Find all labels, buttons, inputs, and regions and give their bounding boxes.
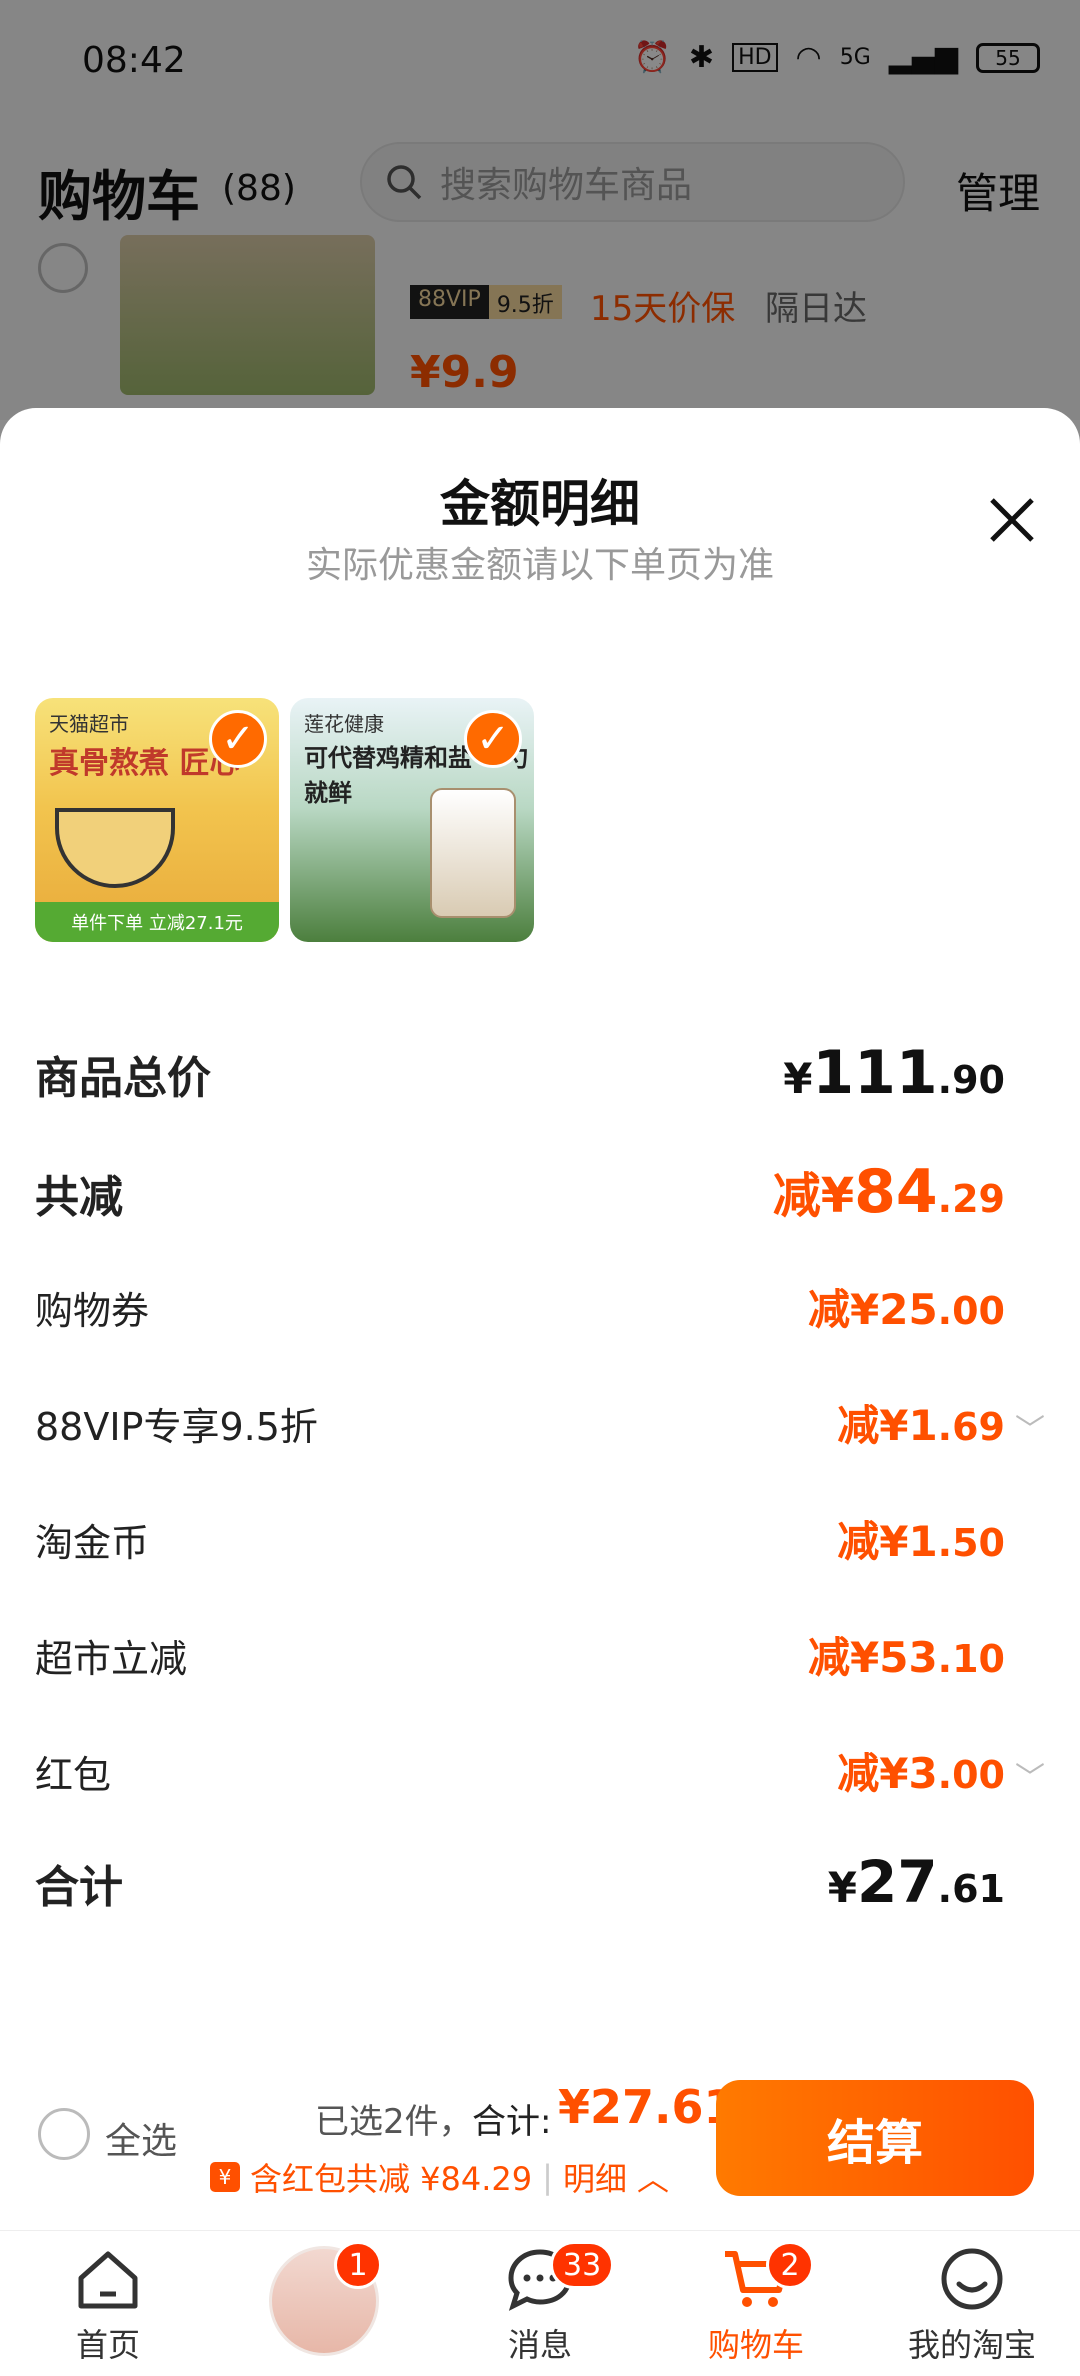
profile-icon <box>941 2248 1003 2310</box>
row-total-price: 商品总价 ¥111.90 <box>35 1038 1045 1108</box>
tab-label: 我的淘宝 <box>907 2326 1036 2364</box>
row-red-packet[interactable]: 红包 减¥3.00 ﹀ <box>35 1740 1045 1801</box>
noodle-bowl-image <box>55 808 175 888</box>
row-label: 淘金币 <box>35 1521 150 1565</box>
cart-badge: 2 <box>766 2241 814 2289</box>
row-label: 88VIP专享9.5折 <box>35 1405 318 1449</box>
row-coupon: 购物券 减¥25.00 <box>35 1276 1045 1337</box>
select-all-label[interactable]: 全选 <box>105 2112 177 2164</box>
row-vip-discount[interactable]: 88VIP专享9.5折 减¥1.69 ﹀ <box>35 1392 1045 1453</box>
detail-link[interactable]: 明细 <box>563 2154 627 2200</box>
row-label: 合计 <box>35 1862 123 1913</box>
selected-count: 已选2件， <box>315 2102 473 2142</box>
row-label: 红包 <box>35 1753 112 1797</box>
messages-badge: 33 <box>550 2241 615 2289</box>
discount-summary-text: 含红包共减 ¥84.29 <box>250 2160 533 2198</box>
row-label: 共减 <box>35 1172 123 1223</box>
total-amount: ¥27.61 <box>558 2080 736 2134</box>
tab-messages[interactable]: 消息 33 <box>432 2231 648 2376</box>
seasoning-bottle-image <box>430 788 516 918</box>
tab-center[interactable]: 1 <box>216 2231 432 2376</box>
row-value: ¥27.61 <box>827 1848 1005 1916</box>
product-store: 莲花健康 <box>304 712 384 736</box>
row-value: 减¥25.00 <box>807 1285 1005 1334</box>
checkmark-icon: ✓ <box>209 710 267 768</box>
chevron-down-icon[interactable]: ﹀ <box>1005 1753 1045 1797</box>
select-all-checkbox[interactable] <box>38 2108 90 2160</box>
discount-summary[interactable]: ¥ 含红包共减 ¥84.29 | 明细 ︿ <box>210 2154 669 2200</box>
row-value: 减¥3.00 <box>837 1749 1005 1798</box>
row-value: 减¥1.50 <box>837 1517 1005 1566</box>
red-packet-icon: ¥ <box>210 2162 240 2192</box>
product-thumbnail[interactable]: 莲花健康 可代替鸡精和盐 一勺就鲜 ✓ <box>290 698 534 942</box>
checkout-button[interactable]: 结算 <box>716 2080 1034 2196</box>
row-label: 超市立减 <box>35 1637 188 1681</box>
row-grand-total: 合计 ¥27.61 <box>35 1848 1045 1916</box>
product-band: 单件下单 立减27.1元 <box>35 902 279 942</box>
row-value: 减¥84.29 <box>772 1157 1005 1227</box>
sheet-subtitle: 实际优惠金额请以下单页为准 <box>305 545 774 586</box>
product-store: 天猫超市 <box>49 712 129 736</box>
tab-cart[interactable]: 购物车 2 <box>648 2231 864 2376</box>
product-thumbnail[interactable]: 天猫超市 真骨熬煮 匠心 单件下单 立减27.1元 ✓ <box>35 698 279 942</box>
checkout-bar: 全选 已选2件， 合计: ¥27.61 ¥ 含红包共减 ¥84.29 | 明细 … <box>0 2060 1080 2230</box>
row-label: 购物券 <box>35 1289 150 1333</box>
row-value: 减¥53.10 <box>807 1633 1005 1682</box>
row-supermarket-discount: 超市立减 减¥53.10 <box>35 1624 1045 1685</box>
row-total-discount: 共减 减¥84.29 <box>35 1156 1045 1227</box>
divider: | <box>542 2158 553 2196</box>
tab-label: 购物车 <box>707 2326 804 2364</box>
tab-label: 首页 <box>75 2326 140 2364</box>
row-value: ¥111.90 <box>783 1038 1005 1108</box>
chevron-up-icon[interactable]: ︿ <box>637 2154 669 2200</box>
tab-label: 消息 <box>507 2326 572 2364</box>
total-label: 合计: <box>472 2102 552 2142</box>
home-icon <box>78 2251 138 2309</box>
tab-mine[interactable]: 我的淘宝 <box>864 2231 1080 2376</box>
chevron-down-icon[interactable]: ﹀ <box>1005 1405 1045 1449</box>
checkmark-icon: ✓ <box>464 710 522 768</box>
row-coins: 淘金币 减¥1.50 <box>35 1508 1045 1569</box>
close-icon[interactable] <box>982 490 1042 550</box>
row-label: 商品总价 <box>35 1053 211 1104</box>
tab-home[interactable]: 首页 <box>0 2231 216 2376</box>
sheet-title: 金额明细 <box>440 475 640 533</box>
center-badge: 1 <box>334 2241 382 2289</box>
bottom-tab-bar: 首页 1 消息 33 购物车 2 我的淘宝 <box>0 2230 1080 2376</box>
row-value: 减¥1.69 <box>837 1401 1005 1450</box>
modal-overlay[interactable] <box>0 0 1080 420</box>
